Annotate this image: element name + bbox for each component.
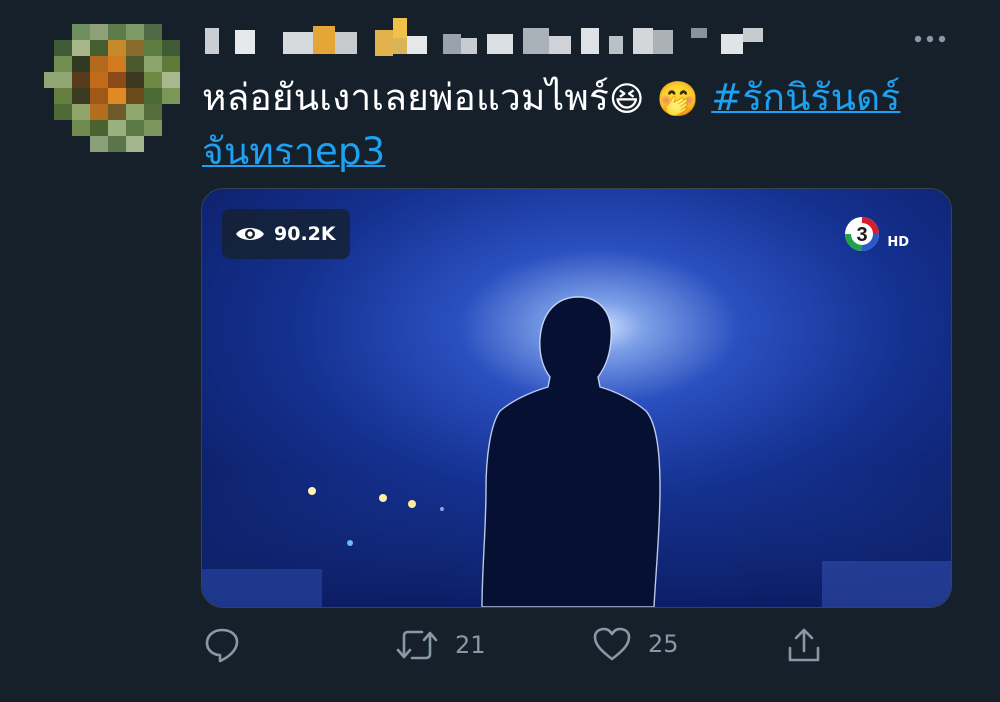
reply-button[interactable]: [203, 626, 241, 664]
hashtag-part-2: จันทราep3: [202, 129, 386, 173]
like-button[interactable]: 25: [592, 626, 679, 662]
retweet-icon: [395, 626, 439, 664]
share-button[interactable]: [785, 626, 823, 664]
channel-number: 3: [857, 224, 868, 246]
share-icon: [785, 626, 823, 664]
laughing-emoji: 😆: [609, 79, 645, 120]
avatar[interactable]: [44, 24, 188, 152]
heart-icon: [592, 626, 632, 662]
eye-icon: [234, 224, 266, 244]
channel-logo: 3 HD: [843, 215, 909, 253]
like-count: 25: [648, 630, 679, 658]
tweet-body-text: หล่อยันเงาเลยพ่อแวมไพร์: [202, 76, 610, 119]
retweet-button[interactable]: 21: [395, 626, 486, 664]
channel-3-logo: 3: [845, 217, 880, 251]
tweet-actions: 21 25: [0, 620, 1000, 680]
user-name-pixelated[interactable]: [205, 18, 805, 64]
more-horizontal-icon: [913, 29, 947, 48]
video-player[interactable]: 90.2K 3 HD: [201, 188, 952, 608]
reply-icon: [203, 626, 241, 664]
hand-over-mouth-emoji: 🤭: [656, 79, 700, 120]
retweet-count: 21: [455, 631, 486, 659]
tweet-text: หล่อยันเงาเลยพ่อแวมไพร์😆 🤭 #รักนิรันดร์จ…: [202, 72, 942, 178]
views-badge: 90.2K: [222, 209, 350, 259]
more-button[interactable]: [912, 26, 948, 50]
channel-hd-label: HD: [887, 235, 909, 250]
view-count: 90.2K: [274, 223, 336, 245]
hashtag-part-1: #รักนิรันดร์: [711, 76, 901, 119]
